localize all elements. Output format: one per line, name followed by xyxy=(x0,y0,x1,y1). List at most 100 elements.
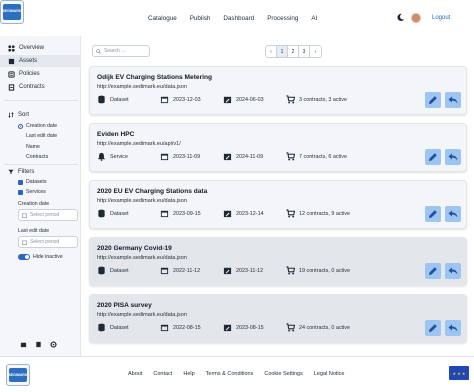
asset-url: http://example.sedimark.eu/api/v1/ xyxy=(97,141,181,147)
page-1-button[interactable]: 1 xyxy=(277,46,288,57)
sort-option-name[interactable]: Name xyxy=(26,144,40,150)
revoke-button[interactable] xyxy=(445,320,461,336)
asset-card[interactable]: 2020 EU EV Charging Stations data http:/… xyxy=(89,180,467,229)
edit-button[interactable] xyxy=(425,92,441,108)
footer-link-about[interactable]: About xyxy=(128,371,142,377)
dark-mode-icon[interactable] xyxy=(396,13,405,22)
cart-icon xyxy=(286,209,295,218)
database-icon xyxy=(98,95,105,104)
cart-icon xyxy=(286,95,295,104)
revoke-button[interactable] xyxy=(445,206,461,222)
pencil-icon xyxy=(429,210,437,218)
creation-date-label: Creation date xyxy=(18,201,50,207)
checkbox-checked[interactable] xyxy=(18,189,23,195)
nav-processing[interactable]: Processing xyxy=(267,15,298,22)
asset-type-label: Service xyxy=(110,153,128,160)
eu-flag-icon: ★ ★ ★ xyxy=(449,366,469,380)
sidebar-item-policies[interactable]: Policies xyxy=(0,68,81,80)
cart-icon xyxy=(286,152,295,161)
divider xyxy=(4,164,78,165)
nav-publish[interactable]: Publish xyxy=(190,15,211,22)
hide-inactive-toggle[interactable] xyxy=(18,254,30,260)
sidebar-item-contracts[interactable]: Contracts xyxy=(0,81,81,93)
asset-created-date: 2022-08-15 xyxy=(173,324,201,331)
asset-card[interactable]: 2020 Germany Covid-19 http://example.sed… xyxy=(89,237,467,286)
edit-button[interactable] xyxy=(425,206,441,222)
sidebar-item-assets[interactable]: Assets xyxy=(0,55,81,67)
sort-option-contracts[interactable]: Contracts xyxy=(26,154,48,160)
asset-title[interactable]: Eviden HPC xyxy=(97,131,134,138)
asset-title[interactable]: 2020 Germany Covid-19 xyxy=(97,245,172,252)
database-icon xyxy=(98,209,105,218)
asset-type: Dataset xyxy=(97,95,129,104)
asset-card[interactable]: Eviden HPC http://example.sedimark.eu/ap… xyxy=(89,123,467,172)
filter-services[interactable]: Services xyxy=(18,189,46,195)
logo-text: SEDIMARK xyxy=(8,373,28,377)
document-icon[interactable] xyxy=(35,341,42,348)
revoke-button[interactable] xyxy=(445,149,461,165)
sort-title: Sort xyxy=(8,112,29,118)
search-input[interactable]: Search ... xyxy=(92,45,150,57)
asset-title[interactable]: 2020 EU EV Charging Stations data xyxy=(97,188,207,195)
calendar-edit-icon xyxy=(223,153,232,161)
sort-option-last-edit[interactable]: Last edit date xyxy=(26,133,57,139)
asset-edited-date: 2023-08-15 xyxy=(236,324,264,331)
edit-button[interactable] xyxy=(425,263,441,279)
asset-type-label: Dataset xyxy=(110,324,129,331)
creation-date-input[interactable]: Select period xyxy=(18,209,78,221)
edit-button[interactable] xyxy=(425,149,441,165)
page-next-button[interactable]: › xyxy=(310,46,321,57)
sort-label: Sort xyxy=(18,112,30,118)
sidebar-item-label: Policies xyxy=(19,71,40,77)
asset-created: 2023-09-15 xyxy=(160,209,201,218)
nav-ai[interactable]: AI xyxy=(311,15,317,22)
assets-small-icon[interactable] xyxy=(20,341,27,348)
asset-contracts: 3 contracts, 3 active xyxy=(286,95,347,104)
check-label: Datasets xyxy=(26,179,47,185)
reply-icon xyxy=(448,96,458,104)
revoke-button[interactable] xyxy=(445,92,461,108)
asset-contracts: 7 contracts, 6 active xyxy=(286,152,347,161)
nav-catalogue[interactable]: Catalogue xyxy=(148,15,177,22)
sedimark-logo[interactable]: SEDIMARK xyxy=(0,0,24,24)
contracts-icon xyxy=(8,83,15,91)
radio-selected[interactable] xyxy=(18,123,23,129)
calendar-edit-icon xyxy=(223,210,232,218)
sedimark-logo-footer[interactable]: SEDIMARK xyxy=(6,364,30,386)
asset-edited: 2024-06-03 xyxy=(223,95,264,104)
date-placeholder: Select period xyxy=(30,239,60,245)
sort-option-creation[interactable]: Creation date xyxy=(18,123,57,129)
asset-url: http://example.sedimark.eu/data.json xyxy=(97,198,187,204)
asset-title[interactable]: Odijk EV Charging Stations Metering xyxy=(97,74,212,81)
asset-card[interactable]: 2020 PISA survey http://example.sedimark… xyxy=(89,294,467,343)
asset-created-date: 2023-12-03 xyxy=(173,96,201,103)
logout-link[interactable]: Logout xyxy=(432,15,450,21)
asset-type: Dataset xyxy=(97,266,129,275)
check-label: Services xyxy=(26,189,46,195)
top-bar: SEDIMARK Catalogue Publish Dashboard Pro… xyxy=(0,0,474,36)
footer-link-help[interactable]: Help xyxy=(183,371,194,377)
footer-link-terms[interactable]: Terms & Conditions xyxy=(206,371,254,377)
calendar-icon xyxy=(22,240,27,245)
page-prev-button[interactable]: ‹ xyxy=(266,46,277,57)
cart-icon xyxy=(286,266,295,275)
edit-button[interactable] xyxy=(425,320,441,336)
sidebar-item-overview[interactable]: Overview xyxy=(0,42,81,54)
gear-icon[interactable] xyxy=(50,341,57,348)
revoke-button[interactable] xyxy=(445,263,461,279)
page-2-button[interactable]: 2 xyxy=(288,46,299,57)
calendar-edit-icon xyxy=(223,267,232,275)
database-icon xyxy=(98,323,105,332)
nav-dashboard[interactable]: Dashboard xyxy=(223,15,254,22)
filter-datasets[interactable]: Datasets xyxy=(18,179,46,185)
checkbox-checked[interactable] xyxy=(18,179,23,185)
footer-link-cookies[interactable]: Cookie Settings xyxy=(264,371,303,377)
hide-inactive-toggle-row[interactable]: Hide inactive xyxy=(18,254,63,260)
asset-title[interactable]: 2020 PISA survey xyxy=(97,302,152,309)
last-edit-date-input[interactable]: Select period xyxy=(18,236,78,248)
footer-link-legal[interactable]: Legal Notice xyxy=(314,371,345,377)
asset-card[interactable]: Odijk EV Charging Stations Metering http… xyxy=(89,66,467,115)
page-3-button[interactable]: 3 xyxy=(299,46,310,57)
footer-link-contact[interactable]: Contact xyxy=(153,371,172,377)
avatar[interactable] xyxy=(411,13,421,23)
